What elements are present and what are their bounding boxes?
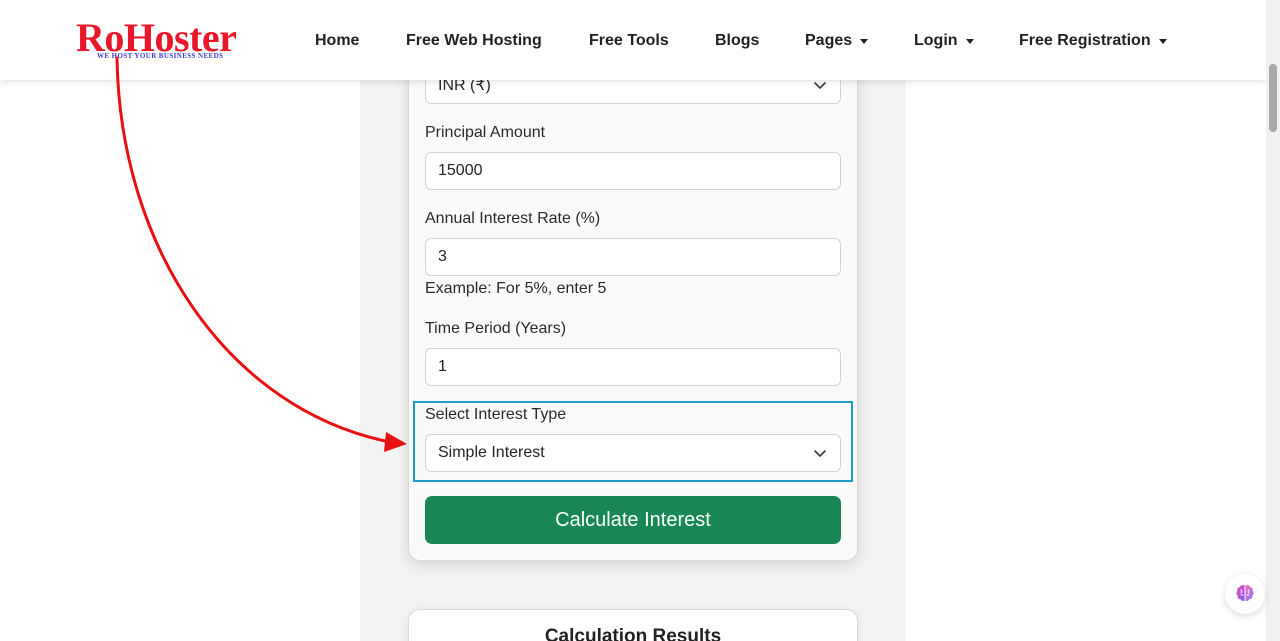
nav-blogs[interactable]: Blogs <box>715 32 759 50</box>
brain-icon <box>1236 585 1254 601</box>
interest-type-label: Select Interest Type <box>425 406 567 423</box>
nav-login-label: Login <box>914 32 958 49</box>
navbar: RoHoster WE HOST YOUR BUSINESS NEEDS Hom… <box>0 0 1266 80</box>
logo[interactable]: RoHoster WE HOST YOUR BUSINESS NEEDS <box>76 16 276 64</box>
interest-type-select-value: Simple Interest <box>438 444 545 461</box>
caret-down-icon <box>860 38 869 44</box>
chevron-down-icon <box>814 450 826 457</box>
nav-free-tools-label: Free Tools <box>589 32 669 49</box>
nav-free-registration-label: Free Registration <box>1019 32 1151 49</box>
interest-rate-input[interactable] <box>425 238 841 276</box>
interest-rate-label: Annual Interest Rate (%) <box>425 210 601 227</box>
nav-home-label: Home <box>315 32 360 49</box>
nav-pages-label: Pages <box>805 32 853 49</box>
time-period-input[interactable] <box>425 348 841 386</box>
nav-free-web-hosting-label: Free Web Hosting <box>406 32 542 49</box>
nav-blogs-label: Blogs <box>715 32 760 49</box>
assistant-button[interactable] <box>1225 574 1265 614</box>
nav-pages[interactable]: Pages <box>805 32 869 50</box>
principal-amount-input[interactable] <box>425 152 841 190</box>
logo-tagline: WE HOST YOUR BUSINESS NEEDS <box>97 52 224 60</box>
interest-rate-hint: Example: For 5%, enter 5 <box>425 280 607 297</box>
nav-login[interactable]: Login <box>914 32 974 50</box>
calculator-card <box>408 40 858 561</box>
nav-free-web-hosting[interactable]: Free Web Hosting <box>406 32 542 50</box>
nav-free-registration[interactable]: Free Registration <box>1019 32 1167 50</box>
results-title: Calculation Results <box>544 626 722 641</box>
caret-down-icon <box>1158 38 1167 44</box>
nav-free-tools[interactable]: Free Tools <box>589 32 669 50</box>
principal-label: Principal Amount <box>425 124 546 141</box>
interest-type-select[interactable]: Simple Interest <box>425 434 841 472</box>
scrollbar[interactable] <box>1266 0 1280 641</box>
nav-home[interactable]: Home <box>315 32 359 50</box>
results-card: Calculation Results <box>408 609 858 641</box>
time-period-label: Time Period (Years) <box>425 320 567 337</box>
caret-down-icon <box>965 38 974 44</box>
scrollbar-thumb[interactable] <box>1269 64 1277 132</box>
calculate-interest-button[interactable]: Calculate Interest <box>425 496 841 544</box>
